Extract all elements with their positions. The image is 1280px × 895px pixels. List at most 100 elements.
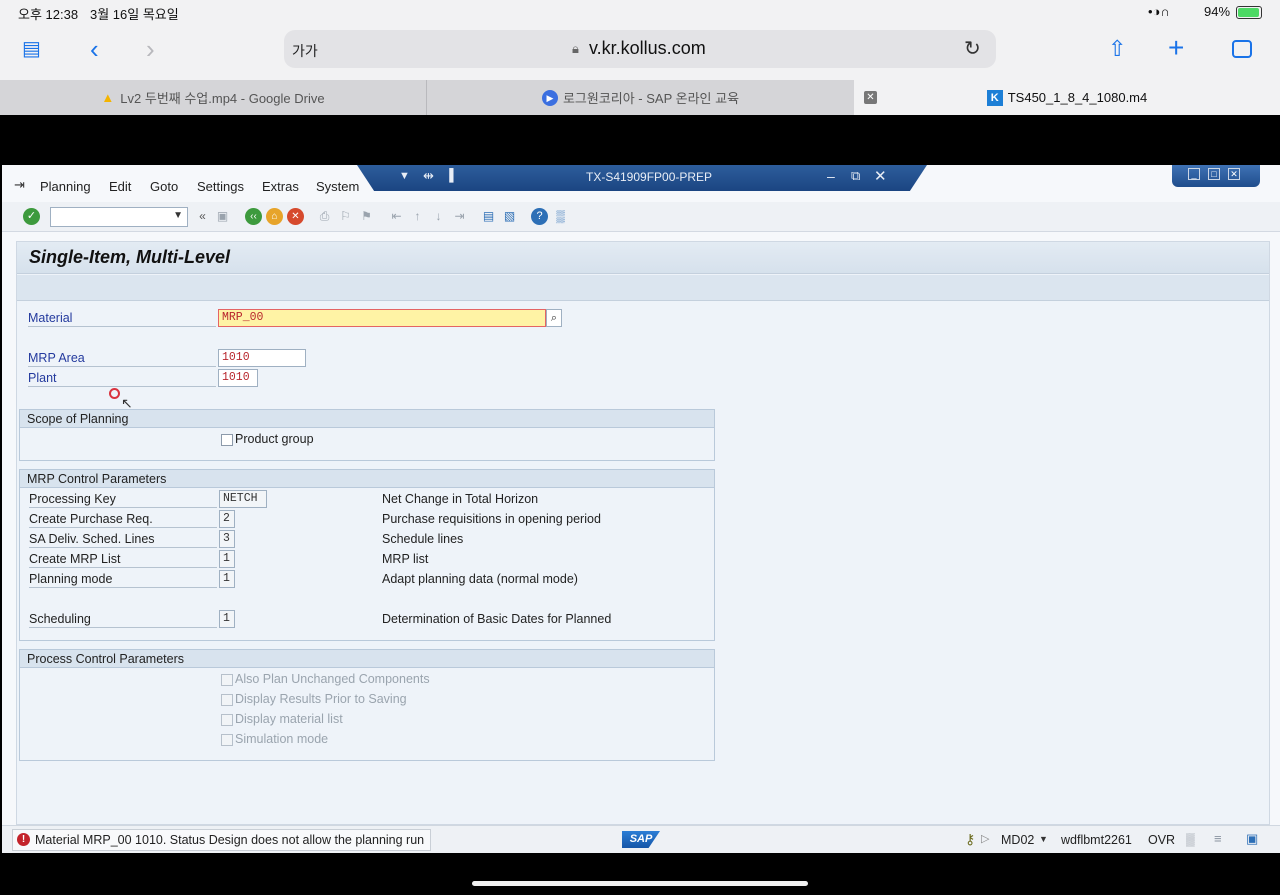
screen-area: Single-Item, Multi-Level Material MRP_00… [16, 241, 1270, 825]
back-icon[interactable]: ‹‹ [245, 208, 262, 225]
create-mrp-list-input[interactable]: 1 [219, 550, 235, 568]
close-tab-icon[interactable]: ✕ [864, 91, 877, 104]
planning-mode-description: Adapt planning data (normal mode) [382, 572, 578, 586]
find-next-icon: ⚑ [361, 209, 372, 223]
processing-key-input[interactable]: NETCH [219, 490, 267, 508]
tab-kollus-video[interactable]: ✕ K TS450_1_8_4_1080.m4 [854, 80, 1280, 115]
scheduling-label: Scheduling [29, 612, 217, 628]
chevron-down-icon[interactable]: ▼ [1039, 834, 1048, 844]
mrp-control-parameters-group: MRP Control Parameters Processing Key NE… [19, 469, 715, 641]
display-material-list-label: Display material list [235, 712, 343, 726]
sap-window: ⇥ Planning Edit Goto Settings Extras Sys… [2, 165, 1280, 853]
minimize-icon[interactable]: – [827, 168, 835, 184]
forward-icon: › [146, 34, 155, 64]
planning-mode-label: Planning mode [29, 572, 217, 588]
sidebar-icon[interactable]: ▤ [22, 36, 41, 61]
group-title: Process Control Parameters [20, 650, 714, 668]
tab-sap-education[interactable]: ▶ 로그원코리아 - SAP 온라인 교육 [428, 80, 853, 115]
window-maximize-icon[interactable]: □ [1208, 168, 1220, 180]
product-group-checkbox[interactable] [221, 434, 233, 446]
new-tab-icon[interactable]: + [1168, 32, 1184, 64]
next-page-icon: ↓ [435, 209, 442, 223]
expand-icon[interactable]: ▷ [981, 832, 989, 845]
processing-key-description: Net Change in Total Horizon [382, 492, 539, 506]
text-size-button[interactable]: 가가 [292, 41, 318, 61]
product-group-label: Product group [235, 432, 314, 446]
tabs-overview-icon[interactable] [1232, 40, 1252, 58]
scheduling-description: Determination of Basic Dates for Planned [382, 612, 612, 626]
planning-mode-input[interactable]: 1 [219, 570, 235, 588]
tab-label: 로그원코리아 - SAP 온라인 교육 [562, 91, 740, 106]
lock-icon[interactable]: ▣ [1246, 831, 1258, 847]
menu-goto[interactable]: Goto [150, 179, 178, 194]
material-input[interactable]: MRP_00 [218, 309, 546, 327]
url-text: v.kr.kollus.com [589, 38, 706, 58]
menu-system[interactable]: System [316, 179, 359, 194]
window-minimize-icon[interactable]: _ [1188, 168, 1200, 180]
settings-slider-icon[interactable]: ≡ [1214, 831, 1222, 846]
tab-google-drive[interactable]: ▲ Lv2 두번째 수업.mp4 - Google Drive [0, 80, 427, 115]
transaction-code[interactable]: MD02 [1001, 833, 1034, 847]
process-control-parameters-group: Process Control Parameters Also Plan Unc… [19, 649, 715, 761]
sa-deliv-sched-lines-label: SA Deliv. Sched. Lines [29, 532, 217, 548]
menu-extras[interactable]: Extras [262, 179, 299, 194]
tab-label: TS450_1_8_4_1080.m4 [1007, 90, 1148, 105]
error-icon: ! [17, 833, 30, 846]
menu-edit[interactable]: Edit [109, 179, 131, 194]
scheduling-input[interactable]: 1 [219, 610, 235, 628]
menu-icon[interactable]: ⇥ [14, 177, 25, 193]
display-material-list-checkbox [221, 714, 233, 726]
mrp-area-label: MRP Area [28, 351, 216, 367]
create-session-icon[interactable]: ▤ [480, 208, 497, 225]
signal-icon: ▐ [445, 168, 454, 182]
create-purchase-req-label: Create Purchase Req. [29, 512, 217, 528]
group-title: Scope of Planning [20, 410, 714, 428]
window-controls: _ □ ✕ [1172, 165, 1260, 187]
plant-input[interactable]: 1010 [218, 369, 258, 387]
restore-icon[interactable]: ⧉ [851, 168, 860, 184]
help-icon[interactable]: ? [531, 208, 548, 225]
window-close-icon[interactable]: ✕ [1228, 168, 1240, 180]
kollus-icon: K [986, 89, 1003, 106]
create-purchase-req-input[interactable]: 2 [219, 510, 235, 528]
cancel-icon[interactable]: ✕ [287, 208, 304, 225]
share-icon[interactable]: ⇧ [1108, 36, 1126, 62]
system-title: TX-S41909FP00-PREP [586, 170, 713, 184]
back-icon[interactable]: ‹ [90, 34, 99, 65]
shortcut-icon[interactable]: ▧ [501, 208, 518, 225]
also-plan-unchanged-checkbox [221, 674, 233, 686]
user-server: wdflbmt2261 [1061, 833, 1132, 847]
standard-toolbar: ✓ ▼ « ▣ ‹‹ ⌂ ✕ ⎙ ⚐ ⚑ ⇤ ↑ ↓ ⇥ ▤ ▧ ? ▒ [2, 202, 1280, 232]
exit-icon[interactable]: ⌂ [266, 208, 283, 225]
chevron-down-icon[interactable]: ▼ [173, 210, 183, 221]
play-icon: ▶ [541, 89, 558, 106]
menu-bar: ⇥ Planning Edit Goto Settings Extras Sys… [2, 165, 1280, 202]
material-label: Material [28, 311, 216, 327]
status-message[interactable]: ! Material MRP_00 1010. Status Design do… [12, 829, 432, 851]
last-page-icon: ⇥ [454, 209, 465, 223]
menu-settings[interactable]: Settings [197, 179, 244, 194]
click-indicator [109, 388, 120, 399]
menu-planning[interactable]: Planning [40, 179, 91, 194]
simulation-mode-label: Simulation mode [235, 732, 329, 746]
close-icon[interactable]: ✕ [874, 167, 887, 185]
dropdown-icon[interactable]: ▼ [399, 170, 410, 182]
command-field[interactable]: ▼ [50, 207, 188, 227]
application-toolbar [17, 275, 1269, 301]
save-icon: ▣ [216, 209, 229, 223]
search-help-icon[interactable]: ⌕ [546, 309, 562, 327]
key-icon: ⚷ [965, 831, 976, 847]
battery-icon [1236, 6, 1262, 19]
sa-deliv-sched-lines-input[interactable]: 3 [219, 530, 235, 548]
status-time: 오후 12:38 [18, 7, 79, 22]
mrp-area-input[interactable]: 1010 [218, 349, 306, 367]
address-bar[interactable]: 가가 🔒︎ v.kr.kollus.com ↻ [284, 30, 996, 68]
layout-menu-icon[interactable]: ▒ [552, 208, 569, 225]
enter-icon[interactable]: ✓ [23, 208, 40, 225]
lock-icon: 🔒︎ [572, 41, 579, 56]
collapse-icon[interactable]: « [194, 208, 211, 225]
first-page-icon: ⇤ [391, 209, 402, 223]
reload-icon[interactable]: ↻ [964, 36, 981, 61]
input-mode[interactable]: OVR [1148, 833, 1175, 847]
pin-icon[interactable]: ⇹ [423, 168, 434, 184]
